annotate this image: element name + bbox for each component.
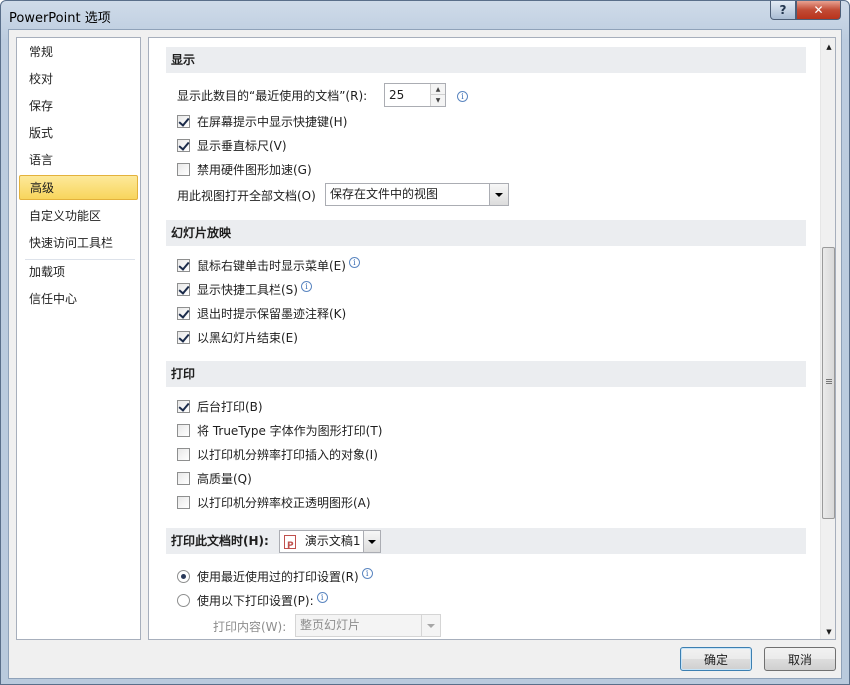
option-truetype-as-graphics[interactable]: 将 TrueType 字体作为图形打印(T) (177, 420, 382, 440)
option-keep-ink[interactable]: 退出时提示保留墨迹注释(K) (177, 303, 346, 323)
option-label: 以打印机分辨率校正透明图形(A) (197, 495, 371, 510)
option-label: 鼠标右键单击时显示菜单(E) (197, 258, 346, 273)
title-bar[interactable]: PowerPoint 选项 ? ✕ (1, 1, 849, 29)
open-view-value: 保存在文件中的视图 (330, 187, 439, 201)
option-label: 将 TrueType 字体作为图形打印(T) (197, 423, 383, 438)
print-document-heading-text: 打印此文档时(H): (171, 534, 269, 548)
option-label: 使用最近使用过的打印设置(R) (197, 569, 359, 584)
info-icon: i (361, 567, 373, 579)
ok-button[interactable]: 确定 (680, 647, 752, 671)
recent-docs-spinner[interactable]: 25 ▲ ▼ (384, 83, 446, 107)
chevron-down-icon[interactable] (363, 531, 380, 552)
checkbox-checked[interactable] (177, 258, 190, 272)
nav-item-layout[interactable]: 版式 (19, 121, 138, 146)
checkbox-unchecked[interactable] (177, 447, 190, 461)
section-print-heading: 打印 (166, 361, 806, 387)
nav-item-customize-ribbon[interactable]: 自定义功能区 (19, 204, 138, 229)
checkbox-checked[interactable] (177, 399, 190, 413)
options-dialog: PowerPoint 选项 ? ✕ 常规 校对 保存 版式 语言 高级 自定义功… (0, 0, 850, 685)
help-button[interactable]: ? (770, 1, 796, 20)
option-show-shortcut-keys[interactable]: 在屏幕提示中显示快捷键(H) (177, 111, 347, 131)
info-icon: i (457, 91, 468, 102)
option-label: 在屏幕提示中显示快捷键(H) (197, 114, 348, 129)
spin-up-icon[interactable]: ▲ (430, 84, 445, 95)
category-nav: 常规 校对 保存 版式 语言 高级 自定义功能区 快速访问工具栏 加载项 信任中… (16, 37, 141, 640)
recent-docs-label-text: 显示此数目的“最近使用的文档”(R): (177, 88, 368, 103)
checkbox-checked[interactable] (177, 330, 190, 344)
close-button[interactable]: ✕ (796, 1, 841, 20)
scroll-up-icon[interactable]: ▲ (821, 38, 835, 55)
option-label: 显示快捷工具栏(S) (197, 282, 298, 297)
nav-item-language[interactable]: 语言 (19, 148, 138, 173)
option-vertical-ruler[interactable]: 显示垂直标尺(V) (177, 135, 287, 155)
option-high-quality[interactable]: 高质量(Q) (177, 468, 252, 488)
info-icon: i (300, 280, 312, 292)
option-popup-toolbar[interactable]: 显示快捷工具栏(S) i (177, 279, 312, 299)
document-dropdown[interactable]: 演示文稿1 (279, 530, 381, 557)
radio-selected[interactable] (177, 569, 190, 583)
option-label: 后台打印(B) (197, 399, 263, 414)
chevron-down-icon[interactable] (489, 184, 508, 205)
print-content-value: 整页幻灯片 (300, 618, 361, 632)
dialog-body: 常规 校对 保存 版式 语言 高级 自定义功能区 快速访问工具栏 加载项 信任中… (8, 29, 842, 679)
option-label: 退出时提示保留墨迹注释(K) (197, 306, 347, 321)
info-icon: i (348, 256, 360, 268)
option-label: 以黑幻灯片结束(E) (197, 330, 298, 345)
presentation-icon (284, 534, 296, 557)
settings-panel: 显示 显示此数目的“最近使用的文档”(R): 25 ▲ ▼ i 在屏幕提示中显示… (148, 37, 836, 640)
radio-recent-print-settings[interactable]: 使用最近使用过的打印设置(R) i (177, 566, 373, 586)
option-transparent-graphics[interactable]: 以打印机分辨率校正透明图形(A) (177, 492, 371, 512)
checkbox-unchecked[interactable] (177, 471, 190, 485)
checkbox-checked[interactable] (177, 306, 190, 320)
open-view-label: 用此视图打开全部文档(O) (177, 185, 316, 205)
scroll-down-icon[interactable]: ▼ (821, 623, 835, 639)
checkbox-unchecked[interactable] (177, 495, 190, 509)
nav-item-advanced[interactable]: 高级 (19, 175, 138, 200)
section-print-document-heading: 打印此文档时(H): (166, 528, 806, 554)
print-content-dropdown[interactable]: 整页幻灯片 (295, 614, 441, 637)
option-disable-hw-acceleration[interactable]: 禁用硬件图形加速(G) (177, 159, 312, 179)
print-content-label: 打印内容(W): (213, 616, 286, 636)
section-display-heading: 显示 (166, 47, 806, 73)
checkbox-checked[interactable] (177, 138, 190, 152)
window-title: PowerPoint 选项 (9, 11, 111, 26)
print-content-label-text: 打印内容(W): (213, 619, 287, 634)
recent-docs-value: 25 (389, 88, 405, 102)
nav-item-save[interactable]: 保存 (19, 94, 138, 119)
option-label: 禁用硬件图形加速(G) (197, 162, 312, 177)
nav-item-quick-access-toolbar[interactable]: 快速访问工具栏 (19, 231, 138, 256)
checkbox-checked[interactable] (177, 282, 190, 296)
checkbox-unchecked[interactable] (177, 423, 190, 437)
option-right-click-menu[interactable]: 鼠标右键单击时显示菜单(E) i (177, 255, 360, 275)
option-label: 高质量(Q) (197, 471, 252, 486)
recent-docs-label: 显示此数目的“最近使用的文档”(R): (177, 85, 367, 105)
option-background-print[interactable]: 后台打印(B) (177, 396, 263, 416)
nav-item-addins[interactable]: 加载项 (19, 260, 138, 285)
spin-down-icon[interactable]: ▼ (430, 95, 445, 106)
option-label: 以打印机分辨率打印插入的对象(I) (197, 447, 378, 462)
scroll-thumb[interactable] (822, 247, 835, 519)
option-label: 使用以下打印设置(P): (197, 593, 314, 608)
nav-item-trust-center[interactable]: 信任中心 (19, 287, 138, 312)
open-view-label-text: 用此视图打开全部文档(O) (177, 188, 316, 203)
radio-unselected[interactable] (177, 593, 190, 607)
option-label: 显示垂直标尺(V) (197, 138, 287, 153)
nav-item-general[interactable]: 常规 (19, 40, 138, 65)
open-view-dropdown[interactable]: 保存在文件中的视图 (325, 183, 509, 206)
document-value: 演示文稿1 (304, 534, 361, 548)
option-printer-resolution-objects[interactable]: 以打印机分辨率打印插入的对象(I) (177, 444, 378, 464)
checkbox-checked[interactable] (177, 114, 190, 128)
radio-following-print-settings[interactable]: 使用以下打印设置(P): i (177, 590, 328, 610)
section-slideshow-heading: 幻灯片放映 (166, 220, 806, 246)
chevron-down-icon[interactable] (421, 615, 440, 636)
info-icon: i (316, 591, 328, 603)
vertical-scrollbar[interactable]: ▲ ▼ (820, 38, 835, 639)
checkbox-unchecked[interactable] (177, 162, 190, 176)
option-end-black-slide[interactable]: 以黑幻灯片结束(E) (177, 327, 298, 347)
nav-item-proofing[interactable]: 校对 (19, 67, 138, 92)
cancel-button[interactable]: 取消 (764, 647, 836, 671)
